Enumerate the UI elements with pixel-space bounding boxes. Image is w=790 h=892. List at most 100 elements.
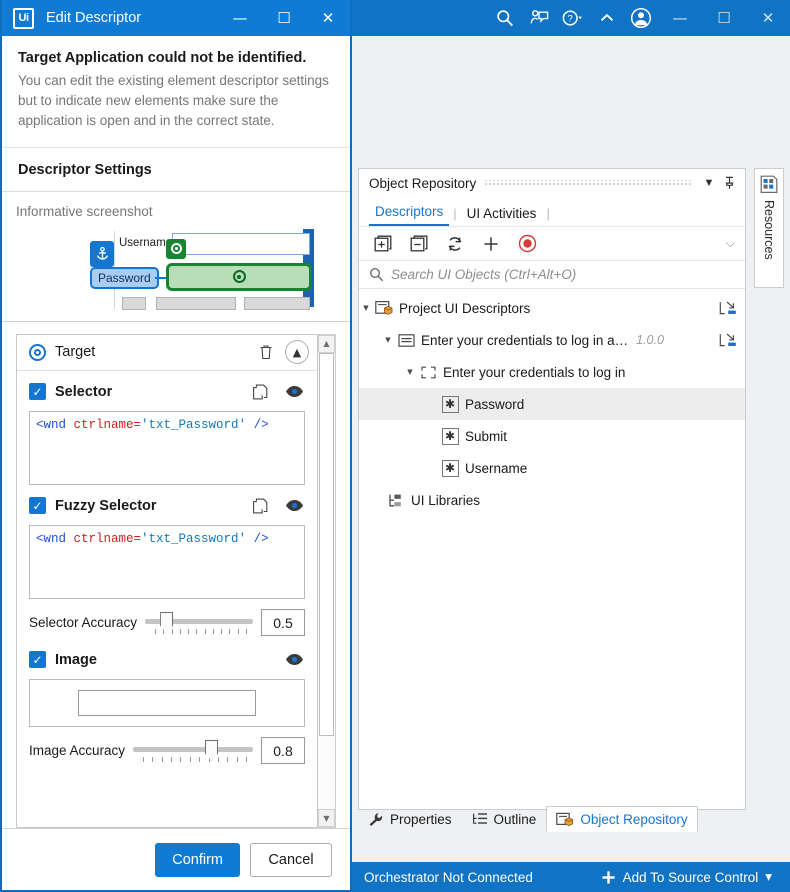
- selector-checkbox[interactable]: ✓: [29, 383, 46, 401]
- search-icon: [369, 267, 384, 282]
- tab-object-repository[interactable]: Object Repository: [546, 806, 698, 832]
- tab-properties[interactable]: Properties: [358, 806, 462, 832]
- tab-outline[interactable]: Outline: [462, 806, 547, 832]
- image-accuracy-slider[interactable]: [133, 739, 253, 763]
- publish-status-icon: [719, 333, 737, 348]
- tree-label: UI Libraries: [411, 492, 481, 508]
- object-repository-tabs: Descriptors | UI Activities |: [359, 197, 745, 227]
- chevron-down-icon[interactable]: ▼: [699, 177, 719, 189]
- search-ui-objects-field[interactable]: Search UI Objects (Ctrl+Alt+O): [359, 261, 745, 289]
- expand-arrow-icon[interactable]: ▼: [381, 336, 395, 344]
- tree-label: Password: [465, 396, 525, 412]
- image-checkbox[interactable]: ✓: [29, 651, 46, 669]
- descriptor-settings-heading: Descriptor Settings: [2, 148, 350, 192]
- object-repository-icon: [556, 812, 574, 827]
- edit-descriptor-dialog: Ui Edit Descriptor — ☐ ✕ Target Applicat…: [0, 0, 352, 892]
- expand-arrow-icon[interactable]: ▼: [359, 304, 373, 312]
- pin-icon[interactable]: [719, 176, 739, 190]
- record-icon[interactable]: [511, 230, 543, 258]
- expand-arrow-icon[interactable]: ▼: [403, 368, 417, 376]
- fuzzy-selector-close: />: [253, 531, 269, 546]
- tree-row-project-ui-descriptors[interactable]: ▼ Project UI Descriptors: [359, 292, 745, 324]
- tab-ui-activities[interactable]: UI Activities: [461, 206, 543, 226]
- selector-value: 'txt_Password': [141, 417, 247, 432]
- feedback-icon[interactable]: [522, 0, 556, 36]
- crosshair-icon: [232, 270, 246, 284]
- collapse-toggle-icon[interactable]: ▲: [285, 340, 309, 365]
- outline-icon: [472, 812, 488, 826]
- eye-icon[interactable]: [283, 649, 305, 671]
- copy-icon[interactable]: [249, 381, 271, 403]
- image-accuracy-rail: [133, 746, 253, 752]
- screen-icon: [417, 365, 439, 380]
- selector-accuracy-slider[interactable]: [145, 611, 253, 635]
- confirm-button[interactable]: Confirm: [155, 842, 240, 877]
- add-icon[interactable]: [475, 230, 507, 258]
- tree-row-username[interactable]: ✱ Username: [359, 452, 745, 484]
- selector-actions: [249, 381, 305, 403]
- fuzzy-selector-label: Fuzzy Selector: [55, 497, 157, 514]
- tree-row-app-descriptor[interactable]: ▼ Enter your credentials to log in a… 1.…: [359, 324, 745, 356]
- plus-icon: [601, 870, 616, 885]
- studio-minimize-button[interactable]: —: [658, 0, 702, 36]
- tree-row-password[interactable]: ✱ Password: [359, 388, 745, 420]
- studio-maximize-button[interactable]: ☐: [702, 0, 746, 36]
- search-icon[interactable]: [488, 0, 522, 36]
- scroll-up-icon[interactable]: ▲: [318, 334, 335, 353]
- collapse-all-icon[interactable]: [403, 230, 435, 258]
- target-panel-scrollbar[interactable]: ▲ ▼: [318, 333, 336, 828]
- source-control-action[interactable]: Add To Source Control ▾: [601, 869, 778, 885]
- fuzzy-selector-editor[interactable]: <wnd ctrlname='txt_Password' />: [29, 524, 305, 599]
- selector-row: ✓ Selector: [29, 381, 305, 403]
- caret-down-icon[interactable]: ▾: [765, 869, 772, 885]
- fuzzy-selector-checkbox[interactable]: ✓: [29, 497, 46, 515]
- target-panel-wrapper: Target ▲ ✓ Selector <wnd ctrlname='txt_P…: [2, 322, 350, 828]
- tree-label: Username: [465, 460, 528, 476]
- image-accuracy-value[interactable]: 0.8: [261, 737, 305, 765]
- selector-accuracy-label: Selector Accuracy: [29, 615, 138, 631]
- refresh-icon[interactable]: [439, 230, 471, 258]
- preview-anchor-pill: Password: [90, 266, 159, 289]
- preview-username-field: [172, 232, 310, 255]
- maximize-button[interactable]: ☐: [262, 0, 306, 36]
- selector-accuracy-value[interactable]: 0.5: [261, 609, 305, 637]
- dialog-footer: Confirm Cancel: [2, 828, 350, 890]
- close-button[interactable]: ✕: [306, 0, 350, 36]
- object-repository-toolbar: ⌵: [359, 227, 745, 261]
- eye-icon[interactable]: [283, 381, 305, 403]
- scroll-down-icon[interactable]: ▼: [318, 809, 335, 827]
- studio-close-button[interactable]: ✕: [746, 0, 790, 36]
- studio-body: Object Repository ▼ Descriptors | UI Act…: [352, 36, 790, 862]
- minimize-button[interactable]: —: [218, 0, 262, 36]
- anchor-icon: [90, 240, 114, 267]
- selector-editor[interactable]: <wnd ctrlname='txt_Password' />: [29, 410, 305, 485]
- scroll-track[interactable]: [318, 352, 335, 809]
- tree-label: Submit: [465, 428, 508, 444]
- app-icon: [395, 333, 417, 348]
- chevron-up-icon[interactable]: [590, 0, 624, 36]
- tree-row-submit[interactable]: ✱ Submit: [359, 420, 745, 452]
- scroll-thumb[interactable]: [319, 352, 334, 736]
- toolbar-overflow-icon[interactable]: ⌵: [726, 236, 737, 251]
- target-app-notice: Target Application could not be identifi…: [2, 36, 350, 148]
- image-preview[interactable]: [29, 678, 305, 727]
- tree-row-screen-descriptor[interactable]: ▼ Enter your credentials to log in: [359, 356, 745, 388]
- eye-icon[interactable]: [283, 495, 305, 517]
- tab-label: Object Repository: [580, 811, 688, 827]
- preview-target-field: [166, 262, 312, 291]
- tab-descriptors[interactable]: Descriptors: [369, 204, 450, 226]
- panel-drag-handle[interactable]: [484, 179, 691, 187]
- resources-sidebar-tab[interactable]: Resources: [754, 168, 784, 288]
- account-avatar-icon[interactable]: [624, 0, 658, 36]
- delete-icon[interactable]: [255, 341, 277, 363]
- tree-row-ui-libraries[interactable]: UI Libraries: [359, 484, 745, 516]
- notice-body: You can edit the existing element descri…: [18, 73, 329, 128]
- informative-screenshot-preview[interactable]: Username Password: [16, 226, 336, 313]
- copy-icon[interactable]: [249, 495, 271, 517]
- object-repository-title: Object Repository: [369, 175, 477, 191]
- image-actions: [283, 649, 305, 671]
- target-panel-header: Target ▲: [17, 335, 317, 371]
- expand-all-icon[interactable]: [367, 230, 399, 258]
- help-icon[interactable]: ?: [556, 0, 590, 36]
- cancel-button[interactable]: Cancel: [250, 842, 332, 877]
